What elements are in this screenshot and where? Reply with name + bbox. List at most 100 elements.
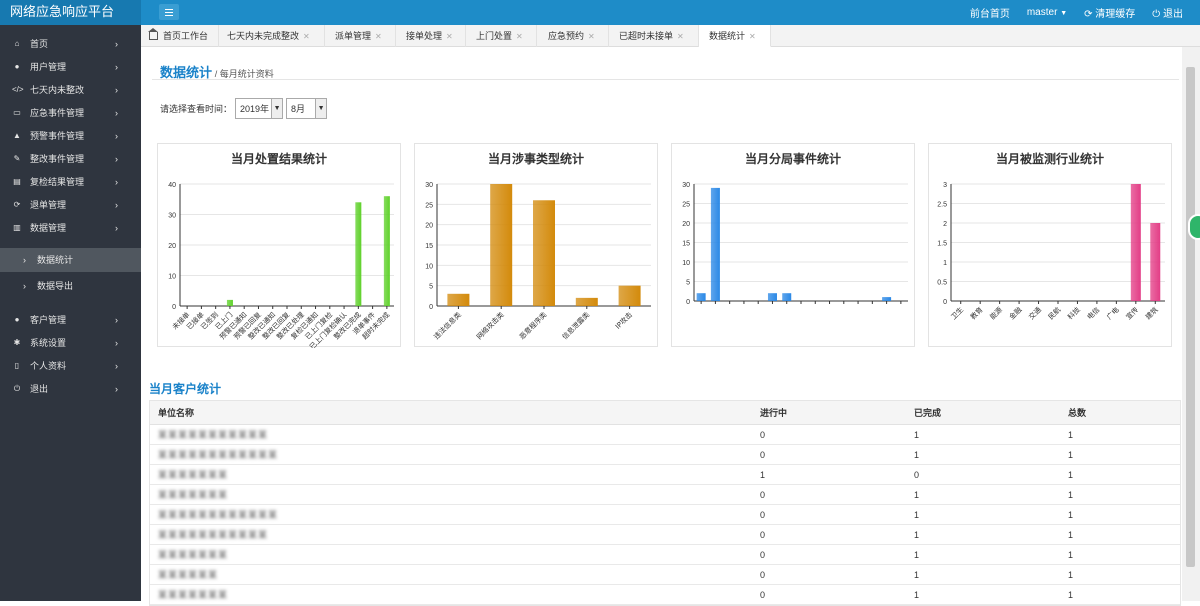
- chart-incident-types: 当月涉事类型统计 0 5 10 15 20 25 30 违法信息类 网络攻击类 恶意程序类 信息泄露…: [414, 143, 658, 347]
- scrollbar-thumb[interactable]: [1186, 67, 1195, 567]
- sidebar-item-label: 七天内未整改: [30, 85, 85, 95]
- table-row[interactable]: 某某某某某某某某某某某 0 1 1: [150, 425, 1180, 445]
- user-menu[interactable]: master ▼: [1027, 7, 1067, 18]
- sidebar-item-return[interactable]: ⟳ 退单管理 ›: [0, 195, 141, 215]
- y-tick-label: 20: [682, 221, 690, 228]
- sidebar-item-home[interactable]: ⌂ 首页 ›: [0, 34, 141, 54]
- sidebar-item-emergency[interactable]: ▭ 应急事件管理 ›: [0, 103, 141, 123]
- cell-done: 1: [914, 589, 920, 600]
- sidebar-item-profile[interactable]: ▯ 个人资料 ›: [0, 356, 141, 376]
- table-row[interactable]: 某某某某某某某 0 1 1: [150, 585, 1180, 605]
- y-tick-label: 30: [682, 182, 690, 189]
- table-row[interactable]: 某某某某某某某 0 1 1: [150, 545, 1180, 565]
- bar[interactable]: [767, 293, 777, 301]
- table-row[interactable]: 某某某某某某 0 1 1: [150, 565, 1180, 585]
- menu-toggle-icon[interactable]: [159, 4, 179, 20]
- tab-data-stats[interactable]: 数据统计 ✕: [699, 25, 771, 47]
- bar[interactable]: [782, 293, 792, 301]
- sidebar-item-settings[interactable]: ✱ 系统设置 ›: [0, 333, 141, 353]
- chart-icon: ▥: [13, 223, 21, 232]
- clear-cache-link[interactable]: ⟳ 清理缓存: [1084, 5, 1135, 20]
- sidebar-item-users[interactable]: ● 用户管理 ›: [0, 57, 141, 77]
- sidebar-item-rectify[interactable]: ✎ 整改事件管理 ›: [0, 149, 141, 169]
- close-icon[interactable]: ✕: [375, 32, 382, 41]
- close-icon[interactable]: ✕: [749, 32, 756, 41]
- sidebar-item-label: 预警事件管理: [30, 131, 85, 141]
- column-header-done[interactable]: 已完成: [914, 401, 941, 424]
- warning-icon: ▲: [13, 131, 21, 140]
- scrollbar[interactable]: [1182, 47, 1200, 601]
- close-icon[interactable]: ✕: [677, 32, 684, 41]
- bar[interactable]: [355, 202, 362, 306]
- floating-chat-button[interactable]: [1188, 214, 1200, 240]
- sidebar-item-warning[interactable]: ▲ 预警事件管理 ›: [0, 126, 141, 146]
- sidebar-item-label: 个人资料: [30, 361, 67, 371]
- tab-dispatch[interactable]: 派单管理 ✕: [325, 25, 396, 47]
- cell-total: 1: [1068, 529, 1074, 540]
- sidebar-item-label: 整改事件管理: [30, 154, 85, 164]
- close-icon[interactable]: ✕: [446, 32, 453, 41]
- bar[interactable]: [575, 297, 598, 306]
- bar[interactable]: [882, 297, 892, 301]
- cell-name: 某某某某某某某: [158, 590, 229, 600]
- close-icon[interactable]: ✕: [516, 32, 523, 41]
- cell-name: 某某某某某某某某某某某某: [158, 510, 279, 520]
- chevron-right-icon: ›: [115, 384, 118, 394]
- table-row[interactable]: 某某某某某某某某某某某某 0 1 1: [150, 445, 1180, 465]
- customer-stats-title: 当月客户统计: [149, 382, 222, 396]
- x-tick-label: IP攻击: [613, 310, 634, 331]
- sidebar-subitem-data-export[interactable]: › 数据导出: [0, 274, 141, 298]
- bar[interactable]: [383, 196, 390, 306]
- table-row[interactable]: 某某某某某某某某某某某某 0 1 1: [150, 505, 1180, 525]
- tab-label: 数据统计: [709, 31, 746, 41]
- y-tick-label: 10: [425, 263, 433, 270]
- app-title[interactable]: 网络应急响应平台: [0, 0, 141, 25]
- tab-timeout[interactable]: 已超时未接单 ✕: [609, 25, 699, 47]
- clear-cache-label: 清理缓存: [1095, 9, 1136, 20]
- chevron-right-icon: ›: [115, 108, 118, 118]
- sidebar-item-customers[interactable]: ● 客户管理 ›: [0, 310, 141, 330]
- sidebar-item-data[interactable]: ▥ 数据管理 ›: [0, 218, 141, 238]
- logout-link[interactable]: ⏻ 退出: [1152, 5, 1183, 20]
- wrench-icon: ✎: [13, 154, 21, 163]
- sidebar-item-unrectified[interactable]: </> 七天内未整改 ›: [0, 80, 141, 100]
- cell-total: 1: [1068, 469, 1074, 480]
- bar[interactable]: [226, 299, 233, 306]
- bar[interactable]: [490, 184, 513, 306]
- code-icon: </>: [12, 85, 24, 94]
- x-tick-label: 宣传: [1124, 305, 1140, 321]
- table-row[interactable]: 某某某某某某某 0 1 1: [150, 485, 1180, 505]
- bar[interactable]: [710, 187, 720, 301]
- column-header-name[interactable]: 单位名称: [158, 401, 194, 424]
- tab-label: 接单处理: [406, 31, 443, 41]
- column-header-ongoing[interactable]: 进行中: [760, 401, 787, 424]
- close-icon[interactable]: ✕: [303, 32, 310, 41]
- tab-unrectified[interactable]: 七天内未完成整改 ✕: [219, 25, 325, 47]
- table-row[interactable]: 某某某某某某某某某某某 0 1 1: [150, 525, 1180, 545]
- sidebar-item-recheck[interactable]: ▤ 复检结果管理 ›: [0, 172, 141, 192]
- tab-accept[interactable]: 接单处理 ✕: [396, 25, 466, 47]
- table-row[interactable]: 某某某某某某某 1 0 1: [150, 465, 1180, 485]
- bar[interactable]: [533, 200, 555, 306]
- tab-appointment[interactable]: 应急预约 ✕: [537, 25, 609, 47]
- year-select[interactable]: 2019年 ▼: [235, 98, 284, 119]
- front-page-link[interactable]: 前台首页: [970, 5, 1010, 20]
- bar[interactable]: [696, 293, 706, 301]
- column-header-total[interactable]: 总数: [1068, 401, 1086, 424]
- sidebar-item-logout[interactable]: ⏻ 退出 ›: [0, 379, 141, 399]
- bar[interactable]: [1130, 184, 1141, 301]
- cell-name: 某某某某某某某某某某某某: [158, 450, 279, 460]
- cell-ongoing: 0: [760, 589, 766, 600]
- bar[interactable]: [618, 285, 641, 306]
- bar[interactable]: [1150, 223, 1161, 301]
- cell-total: 1: [1068, 589, 1074, 600]
- x-tick-label: 能源: [988, 305, 1004, 321]
- sidebar-subitem-data-stats[interactable]: › 数据统计: [0, 248, 141, 272]
- cell-name: 某某某某某某某: [158, 550, 229, 560]
- tab-workbench[interactable]: 首页工作台: [141, 25, 219, 47]
- month-select[interactable]: 8月 ▼: [286, 98, 328, 119]
- bar[interactable]: [447, 293, 470, 306]
- tab-onsite[interactable]: 上门处置 ✕: [466, 25, 537, 47]
- close-icon[interactable]: ✕: [588, 32, 595, 41]
- y-tick-label: 0: [429, 304, 433, 311]
